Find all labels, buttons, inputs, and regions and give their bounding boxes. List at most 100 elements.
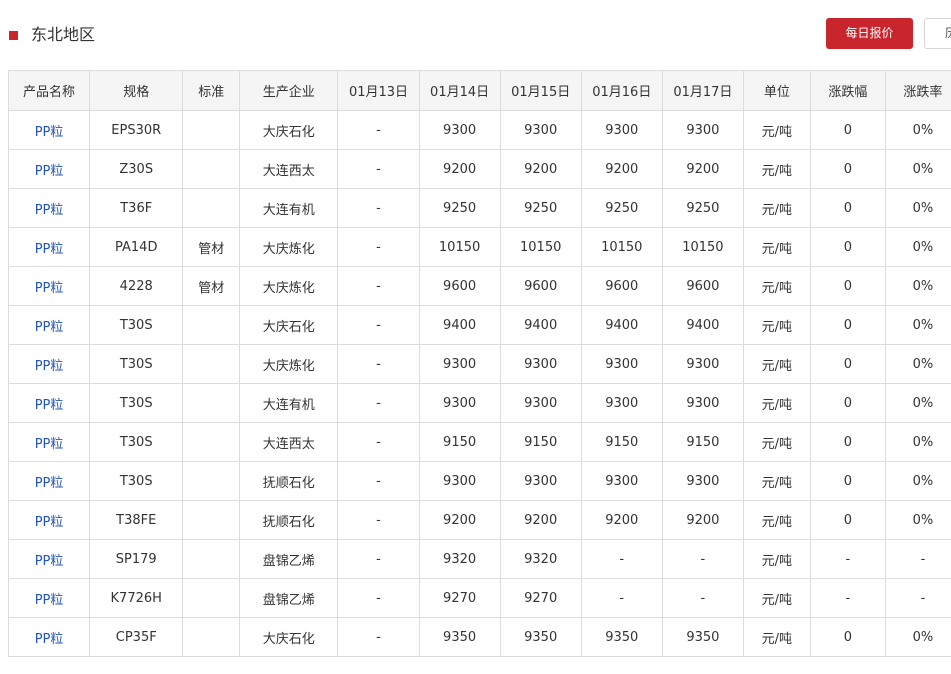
spec-cell: T36F — [89, 188, 184, 228]
price-cell: 9320 — [499, 539, 582, 579]
standard-cell — [182, 305, 241, 345]
price-cell: 9300 — [499, 110, 582, 150]
product-link[interactable]: PP粒 — [35, 242, 64, 257]
unit-cell: 元/吨 — [742, 422, 811, 462]
price-cell: 9300 — [580, 461, 663, 501]
spec-cell: 4228 — [89, 266, 184, 306]
price-cell: 9300 — [418, 344, 501, 384]
standard-cell: 管材 — [182, 227, 241, 267]
manufacturer-cell: 大庆炼化 — [239, 266, 339, 306]
price-cell: - — [337, 500, 420, 540]
change-cell: 0 — [809, 500, 886, 540]
product-link[interactable]: PP粒 — [35, 203, 64, 218]
standard-cell — [182, 617, 241, 657]
change-rate-cell: 0% — [884, 149, 951, 189]
price-cell: 9350 — [580, 617, 663, 657]
product-link[interactable]: PP粒 — [35, 554, 64, 569]
product-link[interactable]: PP粒 — [35, 281, 64, 296]
standard-cell — [182, 578, 241, 618]
product-link[interactable]: PP粒 — [35, 320, 64, 335]
manufacturer-cell: 抚顺石化 — [239, 461, 339, 501]
price-cell: 9400 — [499, 305, 582, 345]
standard-cell — [182, 383, 241, 423]
change-cell: 0 — [809, 617, 886, 657]
standard-cell — [182, 344, 241, 384]
product-link[interactable]: PP粒 — [35, 476, 64, 491]
price-cell: 9350 — [661, 617, 744, 657]
change-cell: 0 — [809, 305, 886, 345]
manufacturer-cell: 盘锦乙烯 — [239, 578, 339, 618]
column-manufacturer: 生产企业 — [239, 70, 339, 111]
price-cell: 9300 — [418, 383, 501, 423]
product-cell: PP粒 — [8, 578, 91, 618]
unit-cell: 元/吨 — [742, 578, 811, 618]
spec-cell: T30S — [89, 344, 184, 384]
price-cell: 10150 — [661, 227, 744, 267]
change-rate-cell: 0% — [884, 617, 951, 657]
spec-cell: T30S — [89, 422, 184, 462]
price-cell: - — [337, 266, 420, 306]
product-link[interactable]: PP粒 — [35, 515, 64, 530]
standard-cell — [182, 110, 241, 150]
product-link[interactable]: PP粒 — [35, 632, 64, 647]
product-cell: PP粒 — [8, 266, 91, 306]
column-change: 涨跌幅 — [809, 70, 886, 111]
price-cell: 10150 — [418, 227, 501, 267]
price-cell: - — [661, 539, 744, 579]
unit-cell: 元/吨 — [742, 110, 811, 150]
price-cell: 9250 — [580, 188, 663, 228]
history-price-button[interactable]: 历史价格 — [924, 18, 951, 49]
price-cell: 10150 — [499, 227, 582, 267]
manufacturer-cell: 大连西太 — [239, 422, 339, 462]
price-cell: 10150 — [580, 227, 663, 267]
product-link[interactable]: PP粒 — [35, 593, 64, 608]
price-cell: - — [337, 383, 420, 423]
table-row: PP粒 T30S 大庆石化 -9400 9400 9400 9400 元/吨 0 0% — [8, 305, 951, 345]
spec-cell: Z30S — [89, 149, 184, 189]
price-cell: - — [337, 149, 420, 189]
change-cell: 0 — [809, 149, 886, 189]
table-row: PP粒 K7726H 盘锦乙烯 -9270 9270- - 元/吨 - - — [8, 578, 951, 618]
standard-cell — [182, 461, 241, 501]
change-cell: 0 — [809, 383, 886, 423]
price-cell: 9300 — [580, 344, 663, 384]
price-cell: 9150 — [499, 422, 582, 462]
product-cell: PP粒 — [8, 305, 91, 345]
unit-cell: 元/吨 — [742, 539, 811, 579]
product-link[interactable]: PP粒 — [35, 125, 64, 140]
price-cell: 9250 — [418, 188, 501, 228]
price-cell: 9300 — [661, 383, 744, 423]
spec-cell: T30S — [89, 461, 184, 501]
price-cell: - — [337, 110, 420, 150]
unit-cell: 元/吨 — [742, 188, 811, 228]
standard-cell — [182, 422, 241, 462]
price-cell: 9320 — [418, 539, 501, 579]
change-cell: 0 — [809, 266, 886, 306]
price-cell: 9350 — [418, 617, 501, 657]
product-link[interactable]: PP粒 — [35, 359, 64, 374]
product-cell: PP粒 — [8, 461, 91, 501]
product-link[interactable]: PP粒 — [35, 437, 64, 452]
price-cell: - — [337, 578, 420, 618]
spec-cell: EPS30R — [89, 110, 184, 150]
spec-cell: T30S — [89, 383, 184, 423]
table-row: PP粒 T38FE 抚顺石化 -9200 9200 9200 9200 元/吨 0 0% — [8, 500, 951, 540]
region-header: 东北地区 每日报价 历史价格 — [0, 0, 951, 70]
product-cell: PP粒 — [8, 227, 91, 267]
change-rate-cell: - — [884, 578, 951, 618]
product-link[interactable]: PP粒 — [35, 164, 64, 179]
price-cell: 9270 — [418, 578, 501, 618]
product-cell: PP粒 — [8, 110, 91, 150]
product-cell: PP粒 — [8, 539, 91, 579]
product-link[interactable]: PP粒 — [35, 398, 64, 413]
price-cell: - — [337, 344, 420, 384]
column-date-2: 01月14日 — [418, 70, 501, 111]
daily-quote-button[interactable]: 每日报价 — [826, 18, 913, 49]
price-cell: 9300 — [580, 383, 663, 423]
price-cell: - — [337, 422, 420, 462]
change-cell: - — [809, 578, 886, 618]
spec-cell: T30S — [89, 305, 184, 345]
change-rate-cell: - — [884, 539, 951, 579]
price-cell: - — [337, 188, 420, 228]
price-cell: 9200 — [418, 500, 501, 540]
